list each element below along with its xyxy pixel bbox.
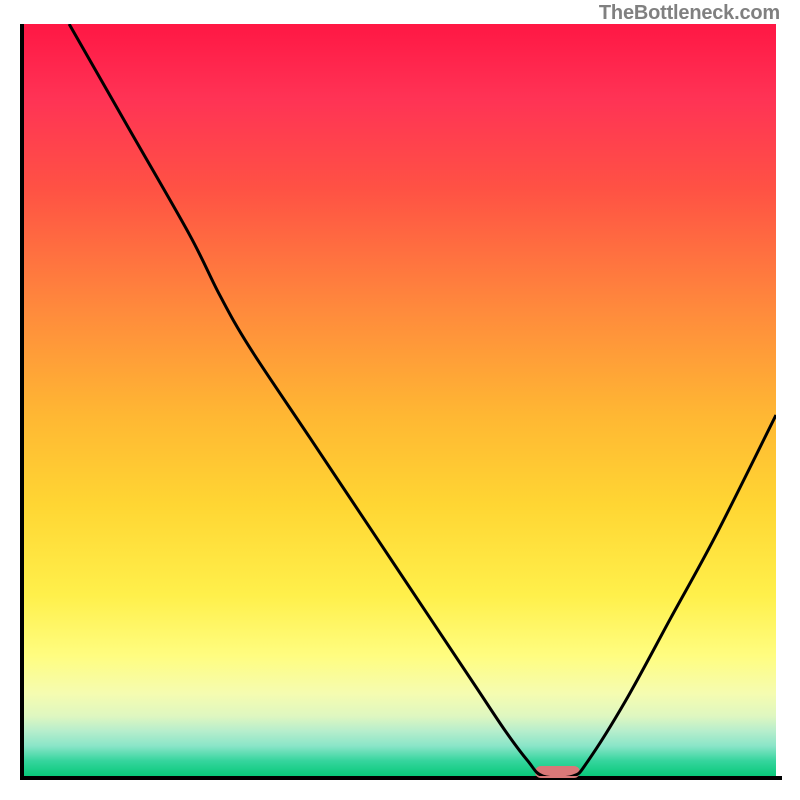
minimum-marker — [535, 766, 580, 778]
y-axis — [20, 24, 24, 780]
plot-gradient-background — [24, 24, 776, 776]
x-axis — [20, 776, 782, 780]
watermark-text: TheBottleneck.com — [599, 2, 780, 25]
chart-container: TheBottleneck.com — [0, 0, 800, 800]
